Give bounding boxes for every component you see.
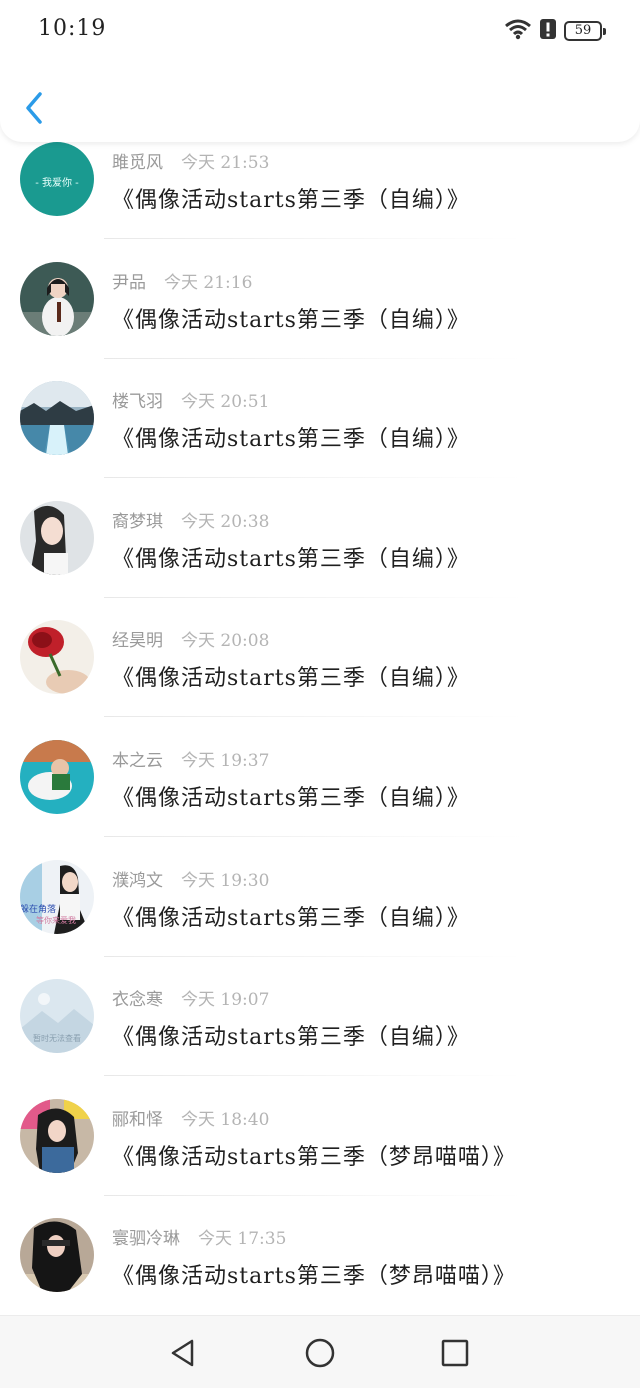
message-text: 《偶像活动starts第三季（梦昂喵喵）》 (112, 1264, 516, 1290)
message-text: 《偶像活动starts第三季（自编）》 (112, 546, 470, 572)
message-time: 今天 20:38 (181, 511, 270, 532)
message-text: 《偶像活动starts第三季（自编）》 (112, 307, 470, 333)
sender-name: 寰驷冷琳 (112, 1229, 180, 1250)
message-time: 今天 19:37 (181, 750, 270, 771)
nav-home-button[interactable] (303, 1336, 337, 1370)
list-item[interactable]: 裔梦琪 今天 20:38 《偶像活动starts第三季（自编）》 (0, 500, 640, 621)
sender-name: 楼飞羽 (112, 392, 163, 413)
message-time: 今天 19:07 (181, 990, 270, 1011)
message-text: 《偶像活动starts第三季（自编）》 (112, 785, 470, 811)
avatar-label: - 我爱你 - (35, 176, 79, 189)
sender-name: 濮鸿文 (112, 870, 163, 891)
avatar[interactable]: - 我爱你 - (20, 142, 94, 216)
list-item[interactable]: 躲在角落 等你来爱我 濮鸿文 今天 19:30 《偶像活动starts第三季（自编… (0, 859, 640, 980)
avatar-label: 暂时无法查看 (33, 1033, 81, 1043)
message-text: 《偶像活动starts第三季（梦昂喵喵）》 (112, 1144, 516, 1170)
battery-icon: 59 (564, 21, 606, 41)
message-time: 今天 19:30 (181, 870, 270, 891)
list-item[interactable]: 郦和怿 今天 18:40 《偶像活动starts第三季（梦昂喵喵）》 (0, 1098, 640, 1219)
message-time: 今天 21:16 (164, 272, 253, 293)
divider (104, 1075, 524, 1077)
sender-name: 本之云 (112, 750, 163, 771)
chevron-left-icon (26, 92, 42, 124)
sender-name: 尹品 (112, 272, 146, 293)
message-text: 《偶像活动starts第三季（自编）》 (112, 666, 470, 692)
message-time: 今天 18:40 (181, 1109, 270, 1130)
triangle-back-icon (171, 1339, 194, 1367)
sender-name: 雎觅风 (112, 153, 163, 173)
avatar[interactable] (20, 1218, 94, 1293)
status-bar: 10:19 59 (0, 0, 640, 60)
message-text: 《偶像活动starts第三季（自编）》 (112, 905, 470, 931)
message-text: 《偶像活动starts第三季（自编）》 (112, 188, 470, 213)
nav-back-button[interactable] (166, 1336, 200, 1370)
divider (104, 716, 524, 718)
list-item[interactable]: 楼飞羽 今天 20:51 《偶像活动starts第三季（自编）》 (0, 381, 640, 501)
divider (104, 596, 524, 598)
avatar-label: 等你来爱我 (36, 915, 76, 925)
list-item[interactable]: 经昊明 今天 20:08 《偶像活动starts第三季（自编）》 (0, 620, 640, 740)
divider (104, 357, 524, 359)
list-item[interactable]: 暂时无法查看 衣念寒 今天 19:07 《偶像活动starts第三季（自编）》 (0, 979, 640, 1099)
sender-name: 郦和怿 (112, 1109, 163, 1130)
nav-recents-button[interactable] (438, 1336, 472, 1370)
divider (104, 1194, 524, 1196)
avatar[interactable]: 暂时无法查看 (20, 979, 94, 1054)
message-time: 今天 21:53 (181, 153, 270, 173)
back-button[interactable] (20, 88, 50, 128)
circle-home-icon (305, 1338, 335, 1368)
message-time: 今天 20:08 (181, 631, 270, 652)
wifi-icon (504, 18, 532, 44)
status-icons: 59 (504, 18, 606, 44)
list-item[interactable]: - 我爱你 - 雎觅风 今天 21:53 《偶像活动starts第三季（自编）》 (0, 142, 640, 262)
sender-name: 衣念寒 (112, 990, 163, 1011)
avatar-label: 躲在角落 (20, 903, 56, 915)
list-item[interactable]: 本之云 今天 19:37 《偶像活动starts第三季（自编）》 (0, 739, 640, 860)
divider (104, 955, 524, 957)
message-time: 今天 17:35 (198, 1229, 287, 1250)
message-text: 《偶像活动starts第三季（自编）》 (112, 427, 470, 453)
avatar[interactable] (20, 381, 94, 456)
sender-name: 经昊明 (112, 631, 163, 652)
avatar[interactable] (20, 500, 94, 575)
avatar[interactable] (20, 620, 94, 695)
divider (104, 477, 524, 479)
avatar[interactable] (20, 739, 94, 814)
avatar[interactable] (20, 1098, 94, 1173)
avatar[interactable] (20, 261, 94, 336)
divider (104, 835, 524, 837)
list-item[interactable]: 尹品 今天 21:16 《偶像活动starts第三季（自编）》 (0, 261, 640, 382)
app-header: 10:19 59 (0, 0, 640, 142)
avatar[interactable]: 躲在角落 等你来爱我 (20, 859, 94, 934)
sender-name: 裔梦琪 (112, 511, 163, 532)
alert-icon (540, 19, 556, 43)
message-time: 今天 20:51 (181, 392, 270, 413)
status-time: 10:19 (38, 16, 107, 41)
divider (104, 238, 524, 239)
square-recents-icon (441, 1339, 469, 1367)
message-list: - 我爱你 - 雎觅风 今天 21:53 《偶像活动starts第三季（自编）》 … (0, 142, 640, 1338)
system-nav-bar (0, 1315, 640, 1388)
message-text: 《偶像活动starts第三季（自编）》 (112, 1025, 470, 1051)
